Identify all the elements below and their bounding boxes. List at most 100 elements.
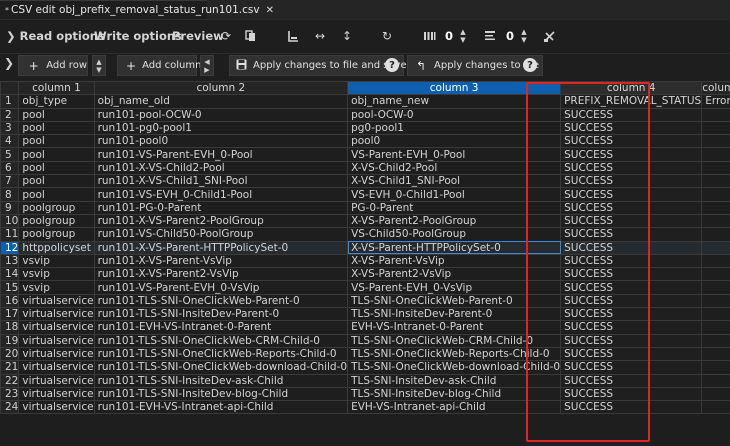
cell-column-5[interactable]	[701, 386, 730, 402]
cell-column-2[interactable]: run101-PG-0-Parent	[93, 200, 349, 215]
row-number[interactable]: 11	[0, 227, 20, 242]
cell-column-3[interactable]: X-VS-Parent-VsVip	[347, 253, 562, 269]
cell-column-5[interactable]	[701, 360, 730, 375]
cell-column-4[interactable]: SUCCESS	[560, 134, 703, 149]
cell-column-1[interactable]: virtualservice	[18, 346, 95, 362]
add-column-button[interactable]: + Add column	[117, 55, 201, 76]
fixed-columns-icon[interactable]	[423, 24, 437, 48]
cell-column-5[interactable]	[701, 373, 730, 388]
cell-column-4[interactable]: SUCCESS	[560, 187, 703, 202]
cell-column-4[interactable]: SUCCESS	[560, 333, 703, 348]
cell-column-5[interactable]	[701, 320, 730, 335]
table-row[interactable]: 19 virtualservice run101-TLS-SNI-OneClickW…	[0, 333, 730, 348]
fixed-rows-count[interactable]: 0	[506, 24, 514, 48]
row-number[interactable]: 12	[0, 240, 20, 255]
cell-column-1[interactable]: virtualservice	[18, 293, 95, 309]
cell-column-3[interactable]: X-VS-Parent2-VsVip	[347, 267, 562, 282]
row-number[interactable]: 21	[0, 360, 20, 375]
row-number[interactable]: 5	[0, 147, 20, 162]
table-row[interactable]: 7 pool run101-X-VS-Child1_SNI-Pool X-VS-Chi…	[0, 174, 730, 189]
cell-column-5[interactable]	[701, 253, 730, 269]
cell-column-4[interactable]: SUCCESS	[560, 373, 703, 388]
cell-column-5[interactable]	[701, 134, 730, 149]
cell-column-1[interactable]: virtualservice	[18, 373, 95, 388]
cell-column-3[interactable]: X-VS-Child2-Pool	[347, 160, 562, 176]
resize-rows-icon[interactable]: ↕	[341, 24, 353, 48]
cell-column-5[interactable]	[701, 240, 730, 255]
cell-column-1[interactable]: vsvip	[18, 267, 95, 282]
table-row[interactable]: 24 virtualservice run101-EVH-VS-Intranet-a…	[0, 400, 730, 415]
row-number[interactable]: 18	[0, 320, 20, 335]
cell-column-1[interactable]: pool	[18, 120, 95, 136]
table-row[interactable]: 20 virtualservice run101-TLS-SNI-OneClickW…	[0, 346, 730, 362]
cell-column-4[interactable]: SUCCESS	[560, 227, 703, 242]
fixed-columns-stepper[interactable]: ▲ ▼	[458, 24, 468, 48]
row-number[interactable]: 9	[0, 200, 20, 215]
cell-column-4[interactable]: SUCCESS	[560, 346, 703, 362]
table-row[interactable]: 17 virtualservice run101-TLS-SNI-InsiteDev…	[0, 307, 730, 322]
table-row[interactable]: 6 pool run101-X-VS-Child2-Pool X-VS-Child2-…	[0, 160, 730, 176]
copy-icon[interactable]	[244, 24, 258, 48]
chevron-up-icon[interactable]: ▲	[96, 58, 101, 66]
cell-column-4[interactable]: SUCCESS	[560, 253, 703, 269]
table-row[interactable]: 9 poolgroup run101-PG-0-Parent PG-0-Parent S…	[0, 200, 730, 215]
row-number[interactable]: 24	[0, 400, 20, 415]
corner-cell[interactable]	[0, 80, 20, 96]
cell-column-1[interactable]: obj_type	[18, 94, 95, 109]
table-row[interactable]: 4 pool run101-pool0 pool0 SUCCESS	[0, 134, 730, 149]
table-row[interactable]: 2 pool run101-pool-OCW-0 pool-OCW-0 SUCCESS	[0, 107, 730, 122]
add-row-stepper[interactable]: ▲ ▼	[92, 55, 106, 76]
cell-column-2[interactable]: run101-TLS-SNI-OneClickWeb-CRM-Child-0	[93, 333, 349, 348]
chevron-down-icon[interactable]: ▼	[460, 36, 465, 44]
cell-column-2[interactable]: run101-VS-EVH_0-Child1-Pool	[93, 187, 349, 202]
chevron-down-icon[interactable]: ▼	[521, 36, 526, 44]
cell-column-4[interactable]: SUCCESS	[560, 200, 703, 215]
resize-columns-icon[interactable]: ↔	[312, 24, 328, 48]
cell-column-3[interactable]: VS-Parent-EVH_0-VsVip	[347, 280, 562, 295]
cell-column-5[interactable]	[701, 147, 730, 162]
read-options-toggle[interactable]: ❯ Read options	[6, 24, 105, 48]
cell-column-5[interactable]	[701, 333, 730, 348]
cell-column-3[interactable]: VS-Child50-PoolGroup	[347, 227, 562, 242]
cell-column-2[interactable]: run101-EVH-VS-Intranet-0-Parent	[93, 320, 349, 335]
table-row[interactable]: 10 poolgroup run101-X-VS-Parent2-PoolGroup…	[0, 213, 730, 229]
row-number[interactable]: 20	[0, 346, 20, 362]
row-number[interactable]: 16	[0, 293, 20, 309]
cell-column-3[interactable]: TLS-SNI-OneClickWeb-download-Child-0	[347, 360, 562, 375]
cell-column-5[interactable]	[701, 400, 730, 415]
cell-column-2[interactable]: run101-TLS-SNI-OneClickWeb-download-Chil…	[93, 360, 349, 375]
cell-column-2[interactable]: run101-X-VS-Parent2-PoolGroup	[93, 213, 349, 229]
cell-column-2[interactable]: run101-X-VS-Parent2-VsVip	[93, 267, 349, 282]
row-number[interactable]: 10	[0, 213, 20, 229]
table-row[interactable]: 5 pool run101-VS-Parent-EVH_0-Pool VS-Paren…	[0, 147, 730, 162]
cell-column-1[interactable]: pool	[18, 147, 95, 162]
row-number[interactable]: 23	[0, 386, 20, 402]
cell-column-2[interactable]: run101-TLS-SNI-InsiteDev-ask-Child	[93, 373, 349, 388]
chevron-up-icon[interactable]: ▲	[521, 28, 526, 36]
cell-column-2[interactable]: run101-VS-Parent-EVH_0-Pool	[93, 147, 349, 162]
reload-icon[interactable]: ↻	[380, 24, 394, 48]
expand-chevron-icon[interactable]: ❯	[4, 56, 14, 70]
row-number[interactable]: 15	[0, 280, 20, 295]
cell-column-3[interactable]: X-VS-Parent2-PoolGroup	[347, 213, 562, 229]
help-icon[interactable]: ?	[385, 58, 399, 72]
cell-column-4[interactable]: SUCCESS	[560, 400, 703, 415]
cell-column-3[interactable]: PG-0-Parent	[347, 200, 562, 215]
cell-column-5[interactable]	[701, 346, 730, 362]
cell-column-1[interactable]: pool	[18, 174, 95, 189]
cell-column-4[interactable]: SUCCESS	[560, 267, 703, 282]
row-number[interactable]: 2	[0, 107, 20, 122]
cell-column-2[interactable]: run101-X-VS-Child1_SNI-Pool	[93, 174, 349, 189]
cell-column-1[interactable]: virtualservice	[18, 307, 95, 322]
cell-column-4[interactable]: SUCCESS	[560, 307, 703, 322]
cell-column-4[interactable]: SUCCESS	[560, 160, 703, 176]
cell-column-2[interactable]: obj_name_old	[93, 94, 349, 109]
cell-column-5[interactable]	[701, 174, 730, 189]
cell-column-4[interactable]: SUCCESS	[560, 320, 703, 335]
cell-column-1[interactable]: virtualservice	[18, 400, 95, 415]
cell-column-5[interactable]	[701, 280, 730, 295]
cell-column-1[interactable]: pool	[18, 134, 95, 149]
fixed-rows-icon[interactable]	[484, 24, 498, 48]
cell-column-1[interactable]: poolgroup	[18, 200, 95, 215]
column-header[interactable]: column 2	[93, 80, 349, 96]
